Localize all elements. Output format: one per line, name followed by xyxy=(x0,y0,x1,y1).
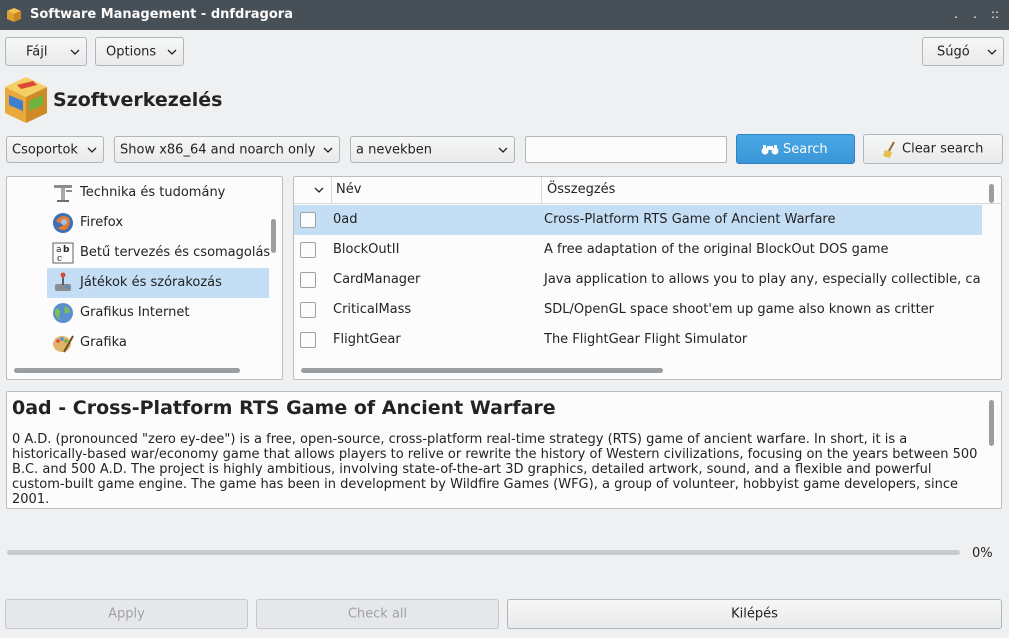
chevron-down-icon xyxy=(70,49,80,55)
package-summary: SDL/OpenGL space shoot'em up game also k… xyxy=(544,302,935,317)
apply-button-label: Apply xyxy=(108,606,145,622)
games-icon xyxy=(55,272,71,291)
package-checkbox[interactable] xyxy=(300,212,316,228)
table-row[interactable]: 0ad Cross-Platform RTS Game of Ancient W… xyxy=(294,205,982,235)
window-titlebar: Software Management - dnfdragora . . :: xyxy=(0,0,1009,30)
search-button-label: Search xyxy=(783,142,828,157)
package-description: 0ad - Cross-Platform RTS Game of Ancient… xyxy=(6,391,1002,509)
groups-tree: Technika és tudomány Firefox a b c Betű … xyxy=(6,176,283,380)
view-select-value: Csoportok xyxy=(12,142,78,157)
table-row[interactable]: BlockOutII A free adaptation of the orig… xyxy=(294,235,982,265)
package-summary: Cross-Platform RTS Game of Ancient Warfa… xyxy=(544,212,836,227)
group-item-label: Grafika xyxy=(80,335,127,350)
chevron-down-icon xyxy=(323,147,333,153)
app-icon xyxy=(7,8,21,22)
description-body: 0 A.D. (pronounced "zero ey-dee") is a f… xyxy=(12,432,978,507)
package-summary: Java application to allows you to play a… xyxy=(544,272,981,287)
binoculars-icon xyxy=(761,145,779,155)
dnfdragora-logo-icon xyxy=(5,77,47,123)
groups-vertical-scrollbar[interactable] xyxy=(271,219,276,253)
clear-search-label: Clear search xyxy=(902,141,984,157)
search-field-value: a nevekben xyxy=(356,142,433,157)
svg-text:c: c xyxy=(57,254,62,264)
group-item-firefox[interactable]: Firefox xyxy=(47,208,269,238)
graphics-icon xyxy=(53,335,74,353)
description-vertical-scrollbar[interactable] xyxy=(989,400,994,446)
window-title: Software Management - dnfdragora xyxy=(30,7,293,22)
chevron-down-icon xyxy=(498,147,508,153)
column-separator xyxy=(541,177,542,204)
group-item-label: Grafikus Internet xyxy=(80,305,190,320)
package-checkbox[interactable] xyxy=(300,242,316,258)
check-all-button[interactable]: Check all xyxy=(256,599,499,629)
column-header-name[interactable]: Név xyxy=(336,182,361,197)
group-item-graphics[interactable]: Grafika xyxy=(47,328,269,358)
search-field-select[interactable]: a nevekben xyxy=(350,136,515,163)
group-item-label: Technika és tudomány xyxy=(80,185,226,200)
table-row[interactable]: CriticalMass SDL/OpenGL space shoot'em u… xyxy=(294,295,982,325)
column-separator xyxy=(331,177,332,204)
package-checkbox[interactable] xyxy=(300,302,316,318)
package-checkbox[interactable] xyxy=(300,272,316,288)
arch-filter-value: Show x86_64 and noarch only xyxy=(120,142,316,157)
chevron-down-icon xyxy=(87,147,97,153)
minimize-button[interactable]: . xyxy=(947,5,965,23)
packages-horizontal-scrollbar[interactable] xyxy=(301,368,663,373)
quit-button-label: Kilépés xyxy=(731,606,778,622)
options-menu-label: Options xyxy=(106,44,157,59)
help-menu-label: Súgó xyxy=(937,44,970,59)
group-item-games[interactable]: Játékok és szórakozás xyxy=(47,268,269,298)
search-input[interactable] xyxy=(525,136,727,163)
svg-text:b: b xyxy=(63,245,70,255)
file-menu-button[interactable]: Fájl xyxy=(5,37,87,66)
arch-filter-select[interactable]: Show x86_64 and noarch only xyxy=(114,136,340,163)
group-item-science[interactable]: Technika és tudomány xyxy=(47,178,269,208)
group-item-label: Betű tervezés és csomagolás xyxy=(80,245,271,260)
progress-bar xyxy=(7,550,960,555)
help-menu-button[interactable]: Súgó xyxy=(922,37,1004,66)
package-name: CriticalMass xyxy=(333,302,412,317)
table-header: Név Összegzés xyxy=(294,177,1001,204)
package-name: 0ad xyxy=(333,212,358,227)
group-item-graphical-internet[interactable]: Grafikus Internet xyxy=(47,298,269,328)
chevron-down-icon xyxy=(987,49,997,55)
font-icon: a b c xyxy=(52,242,74,264)
page-title: Szoftverkezelés xyxy=(53,89,223,111)
package-summary: A free adaptation of the original BlockO… xyxy=(544,242,889,257)
column-header-summary[interactable]: Összegzés xyxy=(547,182,615,197)
chevron-down-icon[interactable] xyxy=(314,187,324,193)
view-select[interactable]: Csoportok xyxy=(6,136,104,163)
table-row[interactable]: FlightGear The FlightGear Flight Simulat… xyxy=(294,325,982,355)
options-menu-button[interactable]: Options xyxy=(95,37,184,66)
check-all-button-label: Check all xyxy=(347,606,408,622)
table-row[interactable]: CardManager Java application to allows y… xyxy=(294,265,982,295)
chevron-down-icon xyxy=(167,49,177,55)
group-item-label: Firefox xyxy=(80,215,124,230)
progress-label: 0% xyxy=(972,546,993,561)
packages-table: Név Összegzés 0ad Cross-Platform RTS Gam… xyxy=(293,176,1002,380)
package-checkbox[interactable] xyxy=(300,332,316,348)
package-name: BlockOutII xyxy=(333,242,400,257)
maximize-button[interactable]: . xyxy=(966,5,984,23)
quit-button[interactable]: Kilépés xyxy=(507,599,1002,629)
package-name: CardManager xyxy=(333,272,421,287)
science-icon xyxy=(54,185,72,202)
firefox-icon xyxy=(53,213,73,233)
group-item-fonts[interactable]: a b c Betű tervezés és csomagolás xyxy=(47,238,271,268)
groups-horizontal-scrollbar[interactable] xyxy=(14,368,240,373)
packages-vertical-scrollbar[interactable] xyxy=(989,184,994,203)
search-button[interactable]: Search xyxy=(736,134,855,164)
close-button[interactable]: :: xyxy=(986,5,1004,23)
internet-icon xyxy=(53,303,73,323)
apply-button[interactable]: Apply xyxy=(5,599,248,629)
broom-icon xyxy=(883,141,895,158)
group-item-label: Játékok és szórakozás xyxy=(80,275,222,290)
package-summary: The FlightGear Flight Simulator xyxy=(544,332,748,347)
description-title: 0ad - Cross-Platform RTS Game of Ancient… xyxy=(12,397,556,419)
file-menu-label: Fájl xyxy=(26,44,48,59)
package-name: FlightGear xyxy=(333,332,401,347)
clear-search-button[interactable]: Clear search xyxy=(863,134,1003,164)
